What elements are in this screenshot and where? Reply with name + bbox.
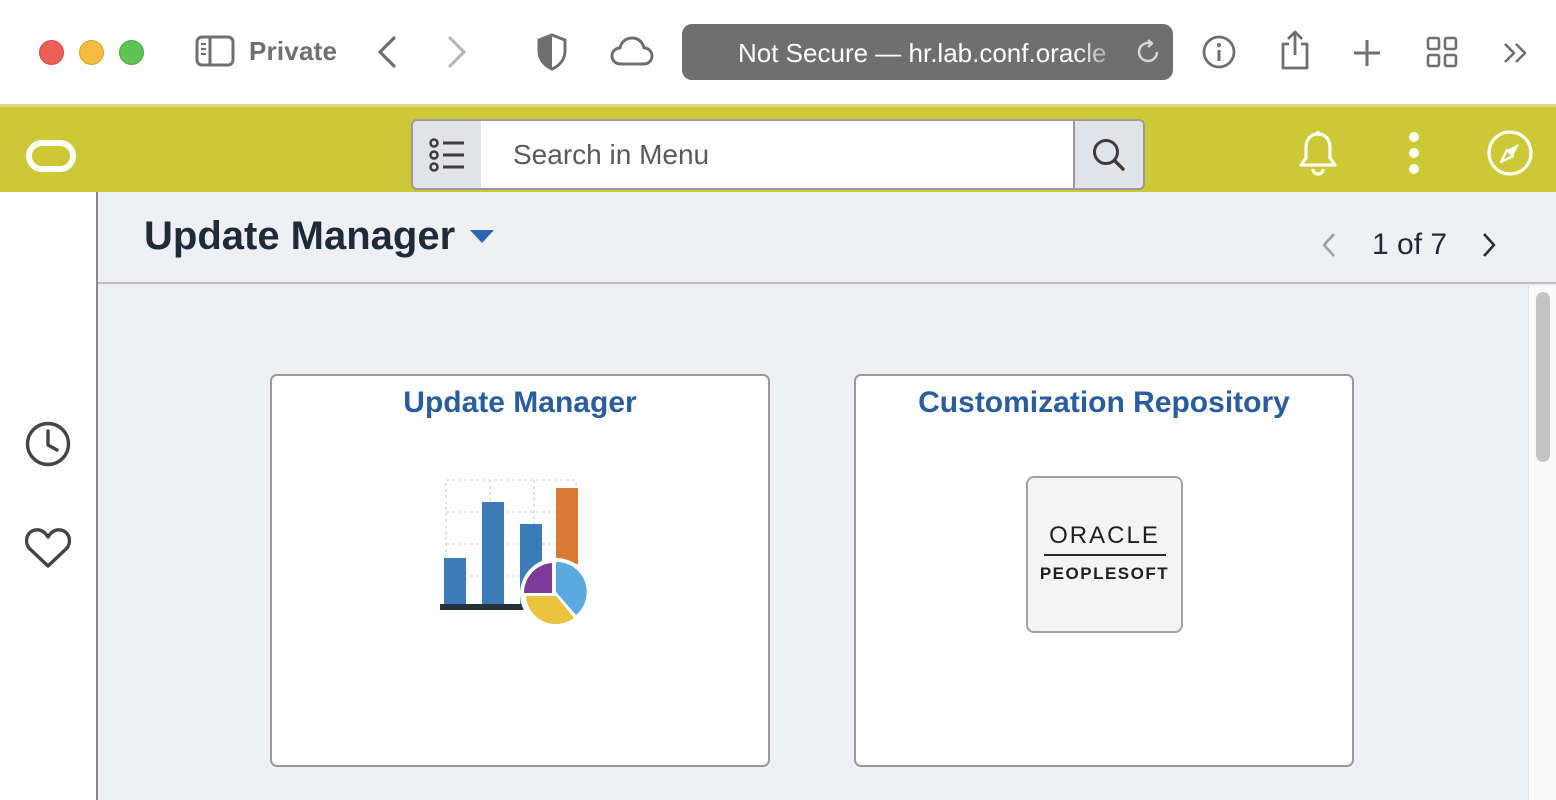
- previous-page-icon[interactable]: [1318, 230, 1340, 260]
- search-input[interactable]: [481, 119, 1076, 190]
- navbar-compass-icon[interactable]: [1486, 129, 1534, 177]
- favorites-heart-icon[interactable]: [24, 526, 72, 570]
- main-content: Update Manager 1 of 7 Update Manager Cus…: [98, 192, 1556, 800]
- logo-divider: [1044, 554, 1166, 556]
- next-page-icon[interactable]: [1478, 230, 1500, 260]
- browser-toolbar: Private Not Secure — hr.lab.conf.oracle: [0, 0, 1556, 104]
- forward-icon[interactable]: [442, 34, 472, 70]
- title-dropdown-caret-icon[interactable]: [470, 230, 494, 243]
- pager-indicator: 1 of 7: [1372, 228, 1448, 261]
- private-mode-label: Private: [249, 36, 338, 66]
- page-title[interactable]: Update Manager: [144, 214, 455, 259]
- window-minimize-button[interactable]: [79, 40, 104, 65]
- app-header: [0, 104, 1556, 192]
- reload-icon[interactable]: [1134, 38, 1162, 66]
- left-rail: [0, 192, 98, 800]
- search-icon: [1091, 137, 1127, 173]
- chart-icon: [438, 474, 606, 634]
- list-menu-icon: [429, 137, 467, 173]
- sidebar-toggle-icon[interactable]: [194, 34, 236, 68]
- icloud-icon[interactable]: [608, 34, 656, 68]
- navigator-menu-button[interactable]: [411, 119, 483, 190]
- scrollbar-thumb[interactable]: [1536, 292, 1550, 462]
- tile-title: Customization Repository: [918, 386, 1290, 419]
- tile-title: Update Manager: [403, 386, 637, 419]
- content-scrollbar[interactable]: [1528, 286, 1556, 800]
- window-zoom-button[interactable]: [119, 40, 144, 65]
- back-icon[interactable]: [372, 34, 402, 70]
- window-close-button[interactable]: [39, 40, 64, 65]
- privacy-shield-icon[interactable]: [534, 32, 570, 72]
- tab-overview-icon[interactable]: [1424, 34, 1460, 70]
- info-icon[interactable]: [1201, 34, 1237, 70]
- peoplesoft-wordmark: PEOPLESOFT: [1039, 564, 1170, 583]
- new-tab-icon[interactable]: [1350, 36, 1384, 70]
- more-toolbar-icon[interactable]: [1500, 40, 1532, 66]
- tile-update-manager[interactable]: Update Manager: [270, 374, 770, 767]
- recent-clock-icon[interactable]: [24, 420, 72, 468]
- address-fade: [1073, 24, 1133, 80]
- tile-customization-repository[interactable]: Customization Repository ORACLE PEOPLESO…: [854, 374, 1354, 767]
- oracle-peoplesoft-logo: ORACLE PEOPLESOFT: [1026, 476, 1183, 633]
- oracle-logo[interactable]: [26, 140, 76, 172]
- address-bar[interactable]: Not Secure — hr.lab.conf.oracle: [682, 24, 1173, 80]
- actions-menu-icon[interactable]: [1400, 131, 1428, 175]
- address-text: Not Secure — hr.lab.conf.oracle: [738, 38, 1107, 68]
- share-icon[interactable]: [1278, 28, 1312, 72]
- page-title-bar: Update Manager 1 of 7: [98, 192, 1556, 284]
- notifications-bell-icon[interactable]: [1296, 129, 1340, 177]
- search-button[interactable]: [1073, 119, 1145, 190]
- oracle-wordmark: ORACLE: [1049, 522, 1160, 549]
